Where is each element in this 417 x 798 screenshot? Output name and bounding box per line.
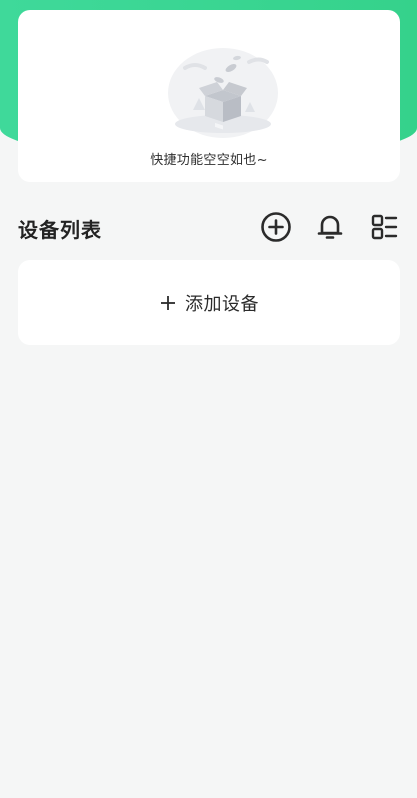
- add-button[interactable]: [256, 207, 296, 247]
- circle-plus-icon: [261, 212, 291, 242]
- device-list-header: 设备列表: [18, 207, 400, 247]
- add-device-content: 添加设备: [159, 290, 259, 316]
- quick-functions-card: 快捷功能空空如也~: [18, 10, 400, 182]
- list-view-icon: [371, 214, 398, 240]
- device-list-title: 设备列表: [18, 218, 102, 242]
- empty-box-icon: [168, 48, 278, 138]
- plus-icon: [161, 295, 175, 310]
- bell-icon: [317, 215, 343, 239]
- add-device-label: 添加设备: [185, 293, 259, 315]
- list-view-button[interactable]: [364, 207, 404, 247]
- empty-quick-functions-text: 快捷功能空空如也~: [150, 153, 268, 168]
- add-device-button[interactable]: 添加设备: [18, 260, 400, 345]
- notifications-button[interactable]: [310, 207, 350, 247]
